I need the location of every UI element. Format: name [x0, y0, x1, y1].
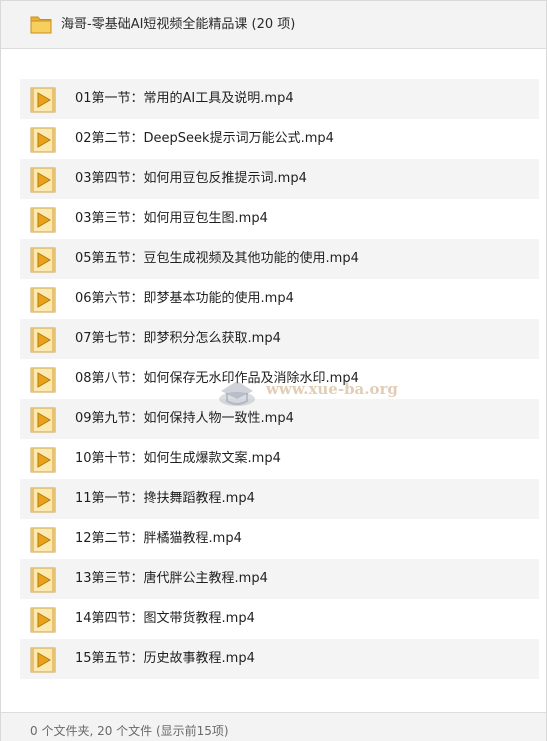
file-row[interactable]: 08第八节：如何保存无水印作品及消除水印.mp4 [20, 359, 539, 399]
video-file-icon [30, 407, 56, 433]
video-file-icon [30, 87, 56, 113]
file-name: 08第八节：如何保存无水印作品及消除水印.mp4 [75, 371, 359, 386]
video-file-icon [30, 367, 56, 393]
video-file-icon [30, 447, 56, 473]
file-list: 01第一节：常用的AI工具及说明.mp4 02第二节：DeepSeek提示词万能公… [20, 79, 539, 679]
file-name: 10第十节：如何生成爆款文案.mp4 [75, 451, 281, 466]
status-text: 0 个文件夹, 20 个文件 (显示前15项) [30, 724, 229, 738]
folder-header: 海哥-零基础AI短视频全能精品课 (20 项) [1, 1, 546, 49]
video-file-icon [30, 247, 56, 273]
file-row[interactable]: 03第四节：如何用豆包反推提示词.mp4 [20, 159, 539, 199]
file-row[interactable]: 09第九节：如何保持人物一致性.mp4 [20, 399, 539, 439]
video-file-icon [30, 647, 56, 673]
file-row[interactable]: 13第三节：唐代胖公主教程.mp4 [20, 559, 539, 599]
video-file-icon [30, 127, 56, 153]
video-file-icon [30, 567, 56, 593]
file-row[interactable]: 01第一节：常用的AI工具及说明.mp4 [20, 79, 539, 119]
status-bar: 0 个文件夹, 20 个文件 (显示前15项) [1, 712, 546, 741]
file-name: 13第三节：唐代胖公主教程.mp4 [75, 571, 268, 586]
video-file-icon [30, 207, 56, 233]
file-row[interactable]: 05第五节：豆包生成视频及其他功能的使用.mp4 [20, 239, 539, 279]
video-file-icon [30, 167, 56, 193]
file-name: 07第七节：即梦积分怎么获取.mp4 [75, 331, 281, 346]
file-row[interactable]: 11第一节：搀扶舞蹈教程.mp4 [20, 479, 539, 519]
file-row[interactable]: 14第四节：图文带货教程.mp4 [20, 599, 539, 639]
file-row[interactable]: 15第五节：历史故事教程.mp4 [20, 639, 539, 679]
file-row[interactable]: 06第六节：即梦基本功能的使用.mp4 [20, 279, 539, 319]
file-name: 12第二节：胖橘猫教程.mp4 [75, 531, 242, 546]
file-name: 11第一节：搀扶舞蹈教程.mp4 [75, 491, 255, 506]
file-name: 09第九节：如何保持人物一致性.mp4 [75, 411, 294, 426]
folder-title: 海哥-零基础AI短视频全能精品课 (20 项) [61, 17, 296, 32]
file-list-window: 海哥-零基础AI短视频全能精品课 (20 项) 01第一节：常用的AI工具及说明… [0, 0, 547, 741]
file-name: 05第五节：豆包生成视频及其他功能的使用.mp4 [75, 251, 359, 266]
video-file-icon [30, 607, 56, 633]
file-name: 06第六节：即梦基本功能的使用.mp4 [75, 291, 294, 306]
video-file-icon [30, 327, 56, 353]
file-row[interactable]: 12第二节：胖橘猫教程.mp4 [20, 519, 539, 559]
file-row[interactable]: 03第三节：如何用豆包生图.mp4 [20, 199, 539, 239]
file-row[interactable]: 10第十节：如何生成爆款文案.mp4 [20, 439, 539, 479]
file-row[interactable]: 02第二节：DeepSeek提示词万能公式.mp4 [20, 119, 539, 159]
video-file-icon [30, 527, 56, 553]
file-name: 14第四节：图文带货教程.mp4 [75, 611, 255, 626]
video-file-icon [30, 487, 56, 513]
file-name: 01第一节：常用的AI工具及说明.mp4 [75, 91, 294, 106]
file-row[interactable]: 07第七节：即梦积分怎么获取.mp4 [20, 319, 539, 359]
file-name: 02第二节：DeepSeek提示词万能公式.mp4 [75, 131, 334, 146]
file-name: 03第三节：如何用豆包生图.mp4 [75, 211, 268, 226]
file-name: 03第四节：如何用豆包反推提示词.mp4 [75, 171, 307, 186]
video-file-icon [30, 287, 56, 313]
folder-icon [30, 16, 52, 34]
file-name: 15第五节：历史故事教程.mp4 [75, 651, 255, 666]
